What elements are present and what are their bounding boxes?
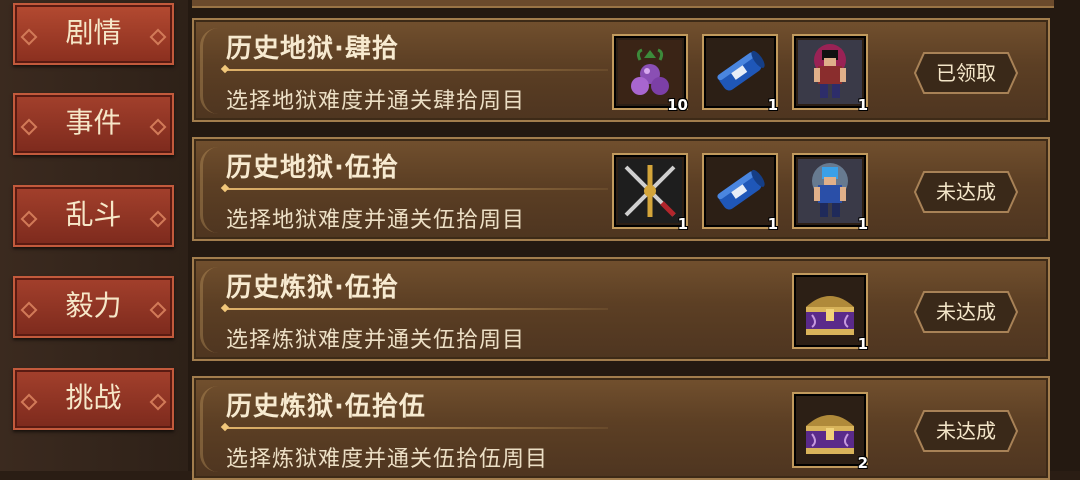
- mission-row: 历史炼狱·伍拾 选择炼狱难度并通关伍拾周目 1 未达成: [192, 257, 1050, 361]
- title-divider: [224, 427, 608, 429]
- status-label: 未达成: [936, 300, 996, 324]
- title-divider: [224, 308, 608, 310]
- mission-row: 历史地狱·肆拾 选择地狱难度并通关肆拾周目 10 1 1 已领取: [192, 18, 1050, 122]
- reward-slot[interactable]: 1: [792, 273, 868, 353]
- reward-quantity: 10: [667, 96, 688, 114]
- mission-title: 历史地狱·伍拾: [226, 153, 399, 183]
- crossed-weapons-icon: [618, 159, 682, 223]
- mission-description: 选择炼狱难度并通关伍拾周目: [226, 328, 526, 353]
- pixel-warrior-red-icon: [798, 40, 862, 104]
- status-label: 已领取: [936, 61, 996, 85]
- incomplete-status-badge: 未达成: [914, 291, 1018, 333]
- status-label: 未达成: [936, 419, 996, 443]
- tab-event[interactable]: 事件: [13, 93, 174, 155]
- incomplete-status-badge: 未达成: [914, 171, 1018, 213]
- tab-story[interactable]: 剧情: [13, 3, 174, 65]
- reward-quantity: 1: [857, 96, 868, 114]
- incomplete-status-badge: 未达成: [914, 410, 1018, 452]
- reward-quantity: 1: [857, 215, 868, 233]
- tab-brawl[interactable]: 乱斗: [13, 185, 174, 247]
- mission-title: 历史地狱·肆拾: [226, 34, 399, 64]
- reward-quantity: 1: [857, 335, 868, 353]
- mission-description: 选择炼狱难度并通关伍拾伍周目: [226, 447, 549, 472]
- title-divider: [224, 188, 608, 190]
- title-divider: [224, 69, 608, 71]
- pixel-warrior-blue-icon: [798, 159, 862, 223]
- blue-scroll-icon: [708, 159, 772, 223]
- reward-quantity: 1: [677, 215, 688, 233]
- mission-title: 历史炼狱·伍拾伍: [226, 392, 426, 422]
- tab-challenge[interactable]: 挑战: [13, 368, 174, 430]
- mission-row: 历史炼狱·伍拾伍 选择炼狱难度并通关伍拾伍周目 2 未达成: [192, 376, 1050, 480]
- reward-slot[interactable]: 10: [612, 34, 688, 114]
- reward-slot[interactable]: 1: [702, 153, 778, 233]
- mission-row: 历史地狱·伍拾 选择地狱难度并通关伍拾周目 1 1 1 未达成: [192, 137, 1050, 241]
- reward-slot[interactable]: 2: [792, 392, 868, 472]
- mission-description: 选择地狱难度并通关肆拾周目: [226, 89, 526, 114]
- claimed-status-badge: 已领取: [914, 52, 1018, 94]
- mission-title: 历史炼狱·伍拾: [226, 273, 399, 303]
- reward-quantity: 1: [767, 96, 778, 114]
- reward-quantity: 2: [857, 454, 868, 472]
- purple-fruit-icon: [618, 40, 682, 104]
- previous-row-edge: [192, 0, 1054, 8]
- category-sidebar: 剧情 事件 乱斗 毅力 挑战: [0, 0, 188, 471]
- reward-slot[interactable]: 1: [792, 153, 868, 233]
- mission-description: 选择地狱难度并通关伍拾周目: [226, 208, 526, 233]
- treasure-chest-icon: [798, 279, 862, 343]
- reward-slot[interactable]: 1: [792, 34, 868, 114]
- reward-slot[interactable]: 1: [612, 153, 688, 233]
- reward-slot[interactable]: 1: [702, 34, 778, 114]
- treasure-chest-icon: [798, 398, 862, 462]
- status-label: 未达成: [936, 180, 996, 204]
- reward-quantity: 1: [767, 215, 778, 233]
- blue-scroll-icon: [708, 40, 772, 104]
- tab-perseverance[interactable]: 毅力: [13, 276, 174, 338]
- mission-list[interactable]: 历史地狱·肆拾 选择地狱难度并通关肆拾周目 10 1 1 已领取 历史地狱·伍拾…: [188, 0, 1080, 480]
